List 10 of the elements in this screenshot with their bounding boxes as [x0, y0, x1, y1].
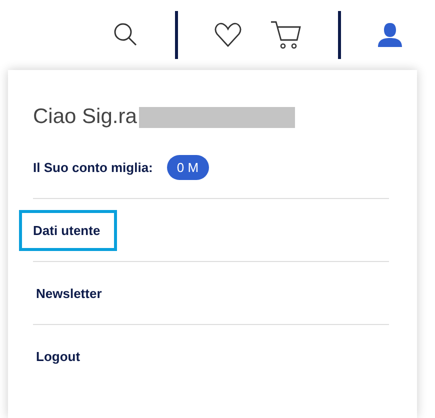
menu-link[interactable]: Logout: [27, 336, 90, 376]
miles-label: Il Suo conto miglia:: [33, 160, 153, 174]
user-icon[interactable]: [377, 22, 403, 48]
cart-icon[interactable]: [270, 20, 302, 50]
search-icon[interactable]: [113, 22, 139, 48]
menu-link[interactable]: Newsletter: [27, 272, 111, 314]
heart-icon[interactable]: [214, 22, 242, 48]
greeting: Ciao Sig.ra: [33, 105, 137, 129]
miles-badge: 0 M: [166, 154, 209, 180]
menu-link[interactable]: Dati utente: [19, 210, 118, 250]
